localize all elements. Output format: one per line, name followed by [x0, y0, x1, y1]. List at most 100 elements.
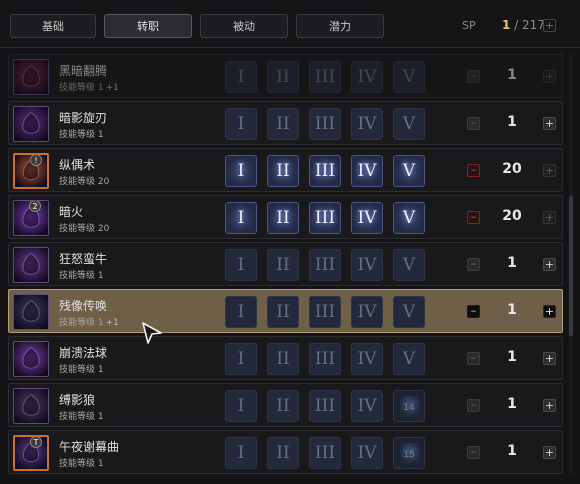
tier-node-3[interactable]: III	[309, 249, 341, 281]
tier-node-5[interactable]: V	[393, 343, 425, 375]
tier-node-2[interactable]: II	[267, 61, 299, 93]
mouse-cursor-icon	[142, 322, 162, 344]
tier-node-2[interactable]: II	[267, 249, 299, 281]
increase-button[interactable]: +	[543, 164, 556, 177]
skill-level-bonus: +1	[105, 318, 119, 328]
shadow-wolf-icon[interactable]	[13, 388, 49, 424]
tier-node-3[interactable]: III	[309, 390, 341, 422]
tier-node-1[interactable]: I	[225, 437, 257, 469]
tier-node-5[interactable]: V	[393, 249, 425, 281]
tier-node-5[interactable]: V	[393, 155, 425, 187]
increase-button[interactable]: +	[543, 117, 556, 130]
tier-node-2[interactable]: II	[267, 155, 299, 187]
tier-node-1[interactable]: I	[225, 61, 257, 93]
tier-node-4[interactable]: IV	[351, 296, 383, 328]
scrollbar-thumb[interactable]	[569, 196, 573, 336]
skill-row[interactable]: 残像传唤 技能等级 1 +1 I II III IV V –1 +	[8, 289, 563, 333]
tier-node-4[interactable]: IV	[351, 437, 383, 469]
tab-advancement[interactable]: 转职	[104, 14, 192, 38]
skill-row[interactable]: 崩溃法球 技能等级 1 I II III IV V –1 +	[8, 336, 563, 380]
decrease-button[interactable]: –	[467, 258, 480, 271]
skill-row[interactable]: 缚影狼 技能等级 1 I II III IV 14–1 +	[8, 383, 563, 427]
collapse-orb-icon[interactable]	[13, 341, 49, 377]
tier-node-alt[interactable]: 15	[393, 437, 425, 469]
decrease-button[interactable]: –	[467, 352, 480, 365]
decrease-button[interactable]: –	[467, 164, 480, 177]
tier-node-4[interactable]: IV	[351, 202, 383, 234]
tier-node-1[interactable]: I	[225, 108, 257, 140]
skill-row[interactable]: 2 暗火 技能等级 20 I II III IV V –20 +	[8, 195, 563, 239]
tier-node-1[interactable]: I	[225, 155, 257, 187]
increase-button[interactable]: +	[543, 258, 556, 271]
tier-node-3[interactable]: III	[309, 155, 341, 187]
tier-node-1[interactable]: I	[225, 343, 257, 375]
tier-node-1[interactable]: I	[225, 296, 257, 328]
decrease-button[interactable]: –	[467, 399, 480, 412]
tier-node-2[interactable]: II	[267, 108, 299, 140]
tier-node-5[interactable]: V	[393, 61, 425, 93]
skill-row[interactable]: 黑暗翻腾 技能等级 1 +1 I II III IV V –1 +	[8, 54, 563, 98]
tier-node-4[interactable]: IV	[351, 61, 383, 93]
raging-bull-icon[interactable]	[13, 247, 49, 283]
increase-button[interactable]: +	[543, 446, 556, 459]
tier-node-3[interactable]: III	[309, 437, 341, 469]
skill-row[interactable]: T 午夜谢幕曲 技能等级 1 I II III IV 15–1 +	[8, 430, 563, 474]
increase-button[interactable]: +	[543, 352, 556, 365]
tier-node-1[interactable]: I	[225, 390, 257, 422]
tier-node-4[interactable]: IV	[351, 249, 383, 281]
skill-level-text: 技能等级 1	[59, 130, 104, 140]
tier-node-2[interactable]: II	[267, 390, 299, 422]
tier-node-4[interactable]: IV	[351, 155, 383, 187]
tier-node-2[interactable]: II	[267, 296, 299, 328]
shadow-blade-icon[interactable]	[13, 106, 49, 142]
skill-name: 缚影狼	[59, 393, 96, 407]
decrease-button[interactable]: –	[467, 305, 480, 318]
skill-level-text: 技能等级 1	[59, 271, 104, 281]
puppetry-icon[interactable]: !	[13, 153, 49, 189]
tier-node-3[interactable]: III	[309, 296, 341, 328]
skill-badge: !	[30, 155, 42, 166]
tab-potential[interactable]: 潜力	[296, 14, 384, 38]
skill-points: 1	[507, 67, 517, 83]
decrease-button[interactable]: –	[467, 446, 480, 459]
tier-node-1[interactable]: I	[225, 202, 257, 234]
skill-points: 1	[507, 255, 517, 271]
tier-node-2[interactable]: II	[267, 202, 299, 234]
sp-add-button[interactable]: +	[543, 19, 556, 32]
increase-button[interactable]: +	[543, 211, 556, 224]
skill-row[interactable]: ! 纵偶术 技能等级 20 I II III IV V –20 +	[8, 148, 563, 192]
decrease-button[interactable]: –	[467, 70, 480, 83]
tier-node-3[interactable]: III	[309, 61, 341, 93]
skill-level-text: 技能等级 20	[59, 177, 110, 187]
skill-points: 1	[507, 114, 517, 130]
afterimage-summon-icon[interactable]	[13, 294, 49, 330]
increase-button[interactable]: +	[543, 70, 556, 83]
tier-node-4[interactable]: IV	[351, 390, 383, 422]
tier-node-3[interactable]: III	[309, 108, 341, 140]
decrease-button[interactable]: –	[467, 211, 480, 224]
increase-button[interactable]: +	[543, 399, 556, 412]
skill-row[interactable]: 狂怒蛮牛 技能等级 1 I II III IV V –1 +	[8, 242, 563, 286]
tier-node-5[interactable]: V	[393, 296, 425, 328]
tier-node-4[interactable]: IV	[351, 343, 383, 375]
tier-node-3[interactable]: III	[309, 343, 341, 375]
tab-passive[interactable]: 被动	[200, 14, 288, 38]
dark-fire-icon[interactable]: 2	[13, 200, 49, 236]
tab-basic[interactable]: 基础	[10, 14, 96, 38]
midnight-finale-icon[interactable]: T	[13, 435, 49, 471]
tier-node-alt[interactable]: 14	[393, 390, 425, 422]
tier-node-2[interactable]: II	[267, 343, 299, 375]
skill-badge: 2	[29, 201, 41, 212]
tier-node-2[interactable]: II	[267, 437, 299, 469]
tier-node-4[interactable]: IV	[351, 108, 383, 140]
tier-node-1[interactable]: I	[225, 249, 257, 281]
tier-node-3[interactable]: III	[309, 202, 341, 234]
increase-button[interactable]: +	[543, 305, 556, 318]
sp-current: 1	[502, 18, 511, 32]
dark-somersault-icon[interactable]	[13, 59, 49, 95]
tier-node-5[interactable]: V	[393, 202, 425, 234]
decrease-button[interactable]: –	[467, 117, 480, 130]
tier-node-5[interactable]: V	[393, 108, 425, 140]
skill-row[interactable]: 暗影旋刃 技能等级 1 I II III IV V –1 +	[8, 101, 563, 145]
skill-points: 20	[502, 208, 522, 224]
